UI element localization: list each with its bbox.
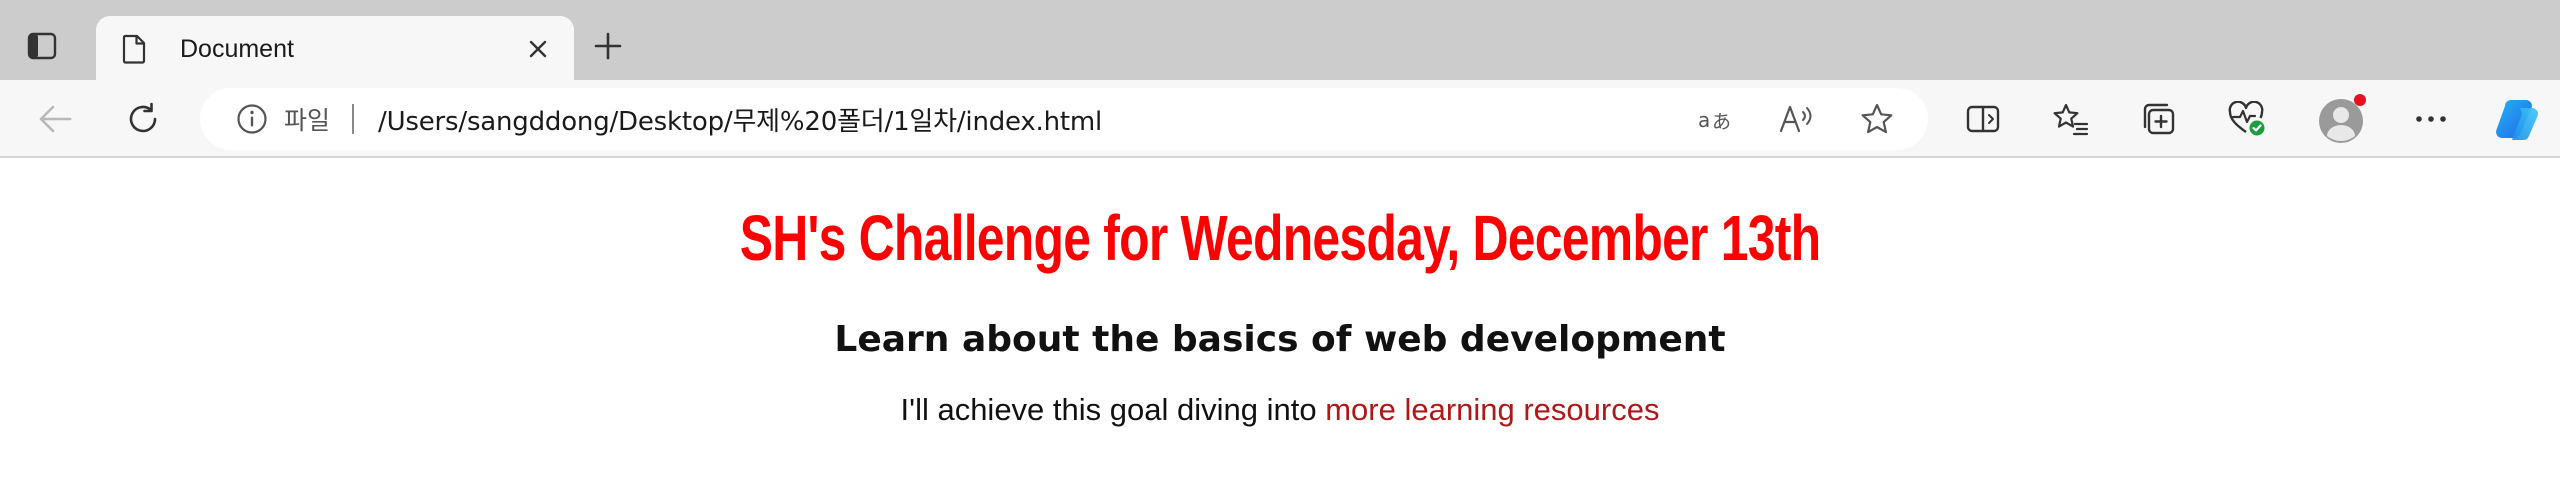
split-screen-button[interactable] xyxy=(1960,96,2006,142)
copilot-icon xyxy=(2496,100,2538,140)
learning-resources-link[interactable]: more learning resources xyxy=(1325,392,1659,427)
page-subheading: Learn about the basics of web developmen… xyxy=(834,319,1726,360)
collections-button[interactable] xyxy=(2136,96,2182,142)
new-tab-button[interactable] xyxy=(588,26,628,66)
favorites-button[interactable] xyxy=(2048,96,2094,142)
tab-title: Document xyxy=(180,34,294,63)
plus-icon xyxy=(594,32,622,60)
read-aloud-icon xyxy=(1779,105,1812,133)
refresh-button[interactable] xyxy=(120,96,166,142)
profile-button[interactable] xyxy=(2316,92,2370,146)
heart-pulse-icon xyxy=(2228,101,2265,136)
svg-text:a: a xyxy=(1698,108,1710,132)
site-label: 파일 xyxy=(284,106,331,135)
more-button[interactable] xyxy=(2408,96,2454,142)
paragraph-text: I'll achieve this goal diving into xyxy=(900,392,1326,427)
back-button[interactable] xyxy=(32,96,78,142)
page-paragraph: I'll achieve this goal diving into more … xyxy=(0,390,2560,430)
copilot-button[interactable] xyxy=(2490,92,2544,146)
document-icon xyxy=(116,31,152,67)
star-icon xyxy=(1861,103,1893,134)
profile-avatar-icon xyxy=(2319,94,2366,143)
more-icon xyxy=(2416,116,2446,122)
translate-icon: a あ xyxy=(1698,108,1731,133)
info-icon[interactable] xyxy=(234,101,270,137)
translate-button[interactable]: a あ xyxy=(1694,96,1740,142)
close-icon xyxy=(529,40,547,58)
refresh-icon xyxy=(129,102,157,133)
address-bar[interactable]: 파일 /Users/sangddong/Desktop/무제%20폴더/1일차/… xyxy=(200,88,1928,150)
tab-actions-icon xyxy=(27,32,57,60)
browser-toolbar: 파일 /Users/sangddong/Desktop/무제%20폴더/1일차/… xyxy=(0,80,2560,158)
tab-strip: Document xyxy=(0,0,2560,82)
tab-actions-button[interactable] xyxy=(22,26,62,66)
address-divider xyxy=(352,104,355,134)
url-text[interactable]: /Users/sangddong/Desktop/무제%20폴더/1일차/ind… xyxy=(378,101,1102,138)
split-screen-icon xyxy=(1966,105,2000,133)
collections-icon xyxy=(2143,103,2175,135)
back-arrow-icon xyxy=(39,105,72,133)
web-page: SH's Challenge for Wednesday, December 1… xyxy=(0,202,2560,430)
read-aloud-button[interactable] xyxy=(1774,96,1820,142)
tab-close-button[interactable] xyxy=(522,33,554,65)
page-heading: SH's Challenge for Wednesday, December 1… xyxy=(739,202,1821,274)
svg-text:あ: あ xyxy=(1712,111,1731,133)
browser-essentials-button[interactable] xyxy=(2224,96,2270,142)
active-tab[interactable]: Document xyxy=(96,16,574,82)
favorites-icon xyxy=(2053,103,2089,136)
favorite-button[interactable] xyxy=(1854,96,1900,142)
